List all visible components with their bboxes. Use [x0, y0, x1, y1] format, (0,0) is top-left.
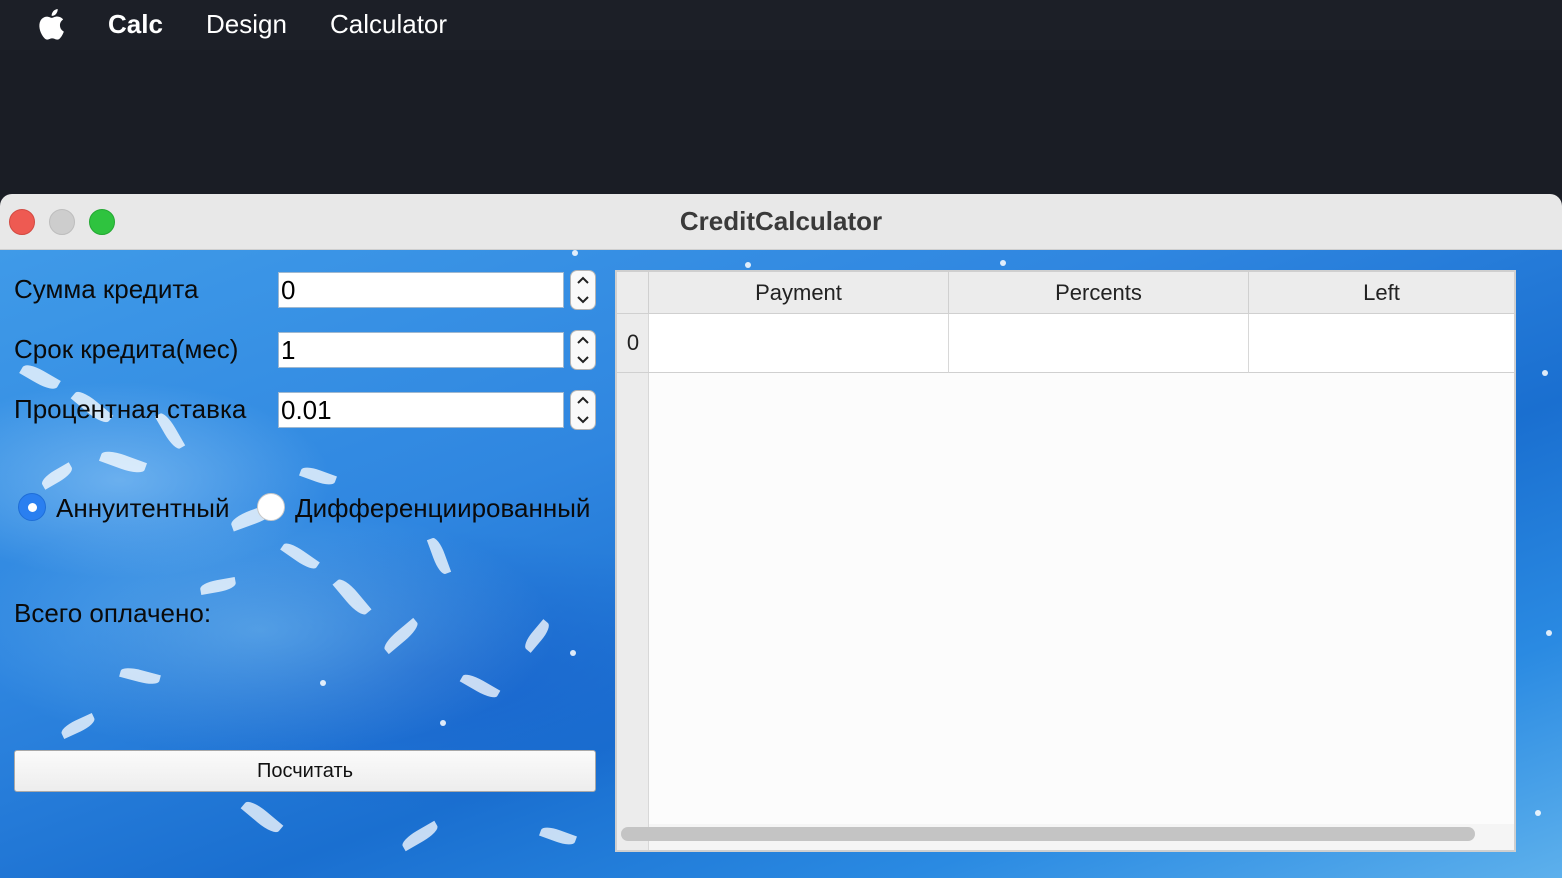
annuity-radio[interactable]: [18, 493, 46, 521]
row-header[interactable]: 0: [617, 314, 649, 373]
desktop-background: [0, 50, 1562, 194]
window-title: CreditCalculator: [679, 206, 883, 236]
amount-input[interactable]: [278, 272, 564, 308]
term-stepper[interactable]: [570, 330, 596, 370]
chevron-down-icon[interactable]: [571, 410, 595, 429]
amount-stepper[interactable]: [570, 270, 596, 310]
differentiated-radio-label[interactable]: Дифференциированный: [295, 493, 590, 524]
table-cell-left[interactable]: [1249, 314, 1514, 373]
column-header-left[interactable]: Left: [1249, 272, 1514, 314]
window-content: Сумма кредита Срок кредита(мес) Процентн…: [0, 250, 1562, 878]
app-window: CreditCalculator Сумма кредита 0 Срок кр…: [0, 194, 1562, 878]
table-corner[interactable]: [617, 272, 649, 314]
chevron-up-icon[interactable]: [571, 331, 595, 350]
row-header-column: [617, 314, 649, 850]
differentiated-radio[interactable]: [257, 493, 285, 521]
rate-label: Процентная ставка: [14, 394, 247, 424]
table-cell-payment[interactable]: [649, 314, 949, 373]
menu-design[interactable]: Design: [206, 9, 287, 40]
chevron-down-icon[interactable]: [571, 290, 595, 309]
calculate-button[interactable]: Посчитать: [14, 750, 596, 792]
menu-app-name[interactable]: Calc: [108, 9, 163, 40]
term-label: Срок кредита(мес): [14, 334, 239, 364]
chevron-up-icon[interactable]: [571, 271, 595, 290]
total-paid-label: Всего оплачено:: [14, 598, 212, 628]
payment-table[interactable]: Payment Percents Left 0: [615, 270, 1516, 852]
column-header-payment[interactable]: Payment: [649, 272, 949, 314]
apple-logo-icon[interactable]: [36, 8, 66, 40]
amount-label: Сумма кредита: [14, 274, 199, 304]
chevron-down-icon[interactable]: [571, 350, 595, 369]
menu-calculator[interactable]: Calculator: [330, 9, 447, 40]
window-titlebar[interactable]: CreditCalculator: [0, 194, 1562, 250]
rate-stepper[interactable]: [570, 390, 596, 430]
annuity-radio-label[interactable]: Аннуитентный: [56, 493, 230, 524]
chevron-up-icon[interactable]: [571, 391, 595, 410]
column-header-percents[interactable]: Percents: [949, 272, 1249, 314]
rate-input[interactable]: [278, 392, 564, 428]
table-cell-percents[interactable]: [949, 314, 1249, 373]
menu-bar: Calc Design Calculator: [0, 0, 1562, 50]
horizontal-scrollbar-thumb[interactable]: [621, 827, 1475, 841]
term-input[interactable]: [278, 332, 564, 368]
